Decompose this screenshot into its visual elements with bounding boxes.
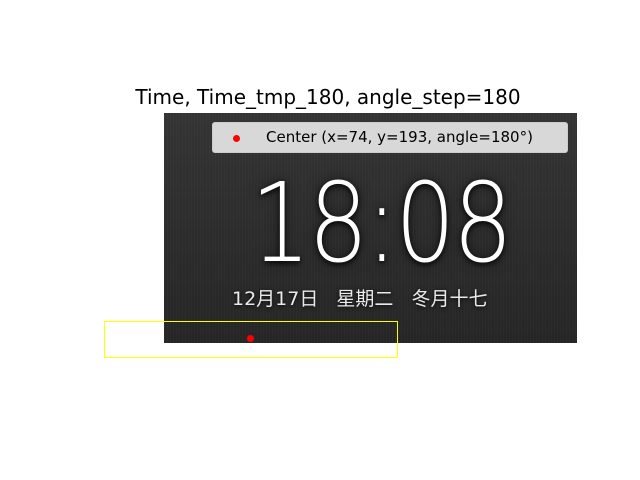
date-weekday: 星期二 <box>336 288 394 310</box>
date-day: 12月17日 <box>232 288 319 310</box>
clock-time: 18:08 <box>250 159 513 287</box>
clock-date: 12月17日 星期二 冬月十七 <box>232 286 499 312</box>
center-point-marker <box>247 335 254 342</box>
legend-marker-dot <box>233 135 240 142</box>
legend-label: Center (x=74, y=193, angle=180°) <box>266 128 533 146</box>
figure-title: Time, Time_tmp_180, angle_step=180 <box>135 85 521 109</box>
plot-legend: Center (x=74, y=193, angle=180°) <box>212 122 568 153</box>
plot-figure: Time, Time_tmp_180, angle_step=180 18:08… <box>0 0 640 480</box>
date-lunar: 冬月十七 <box>411 288 488 310</box>
